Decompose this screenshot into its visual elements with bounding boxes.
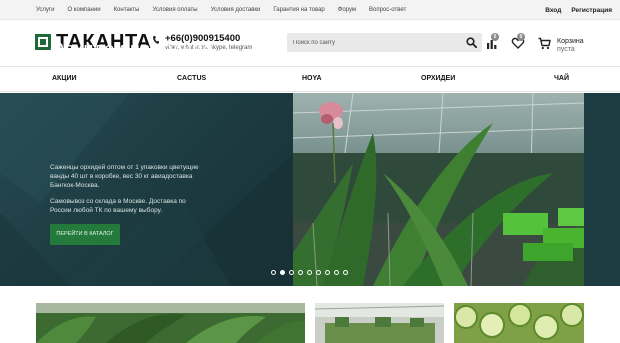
top-link-contacts[interactable]: Контакты: [114, 7, 140, 13]
cart-icon[interactable]: [538, 37, 551, 50]
top-link-warranty[interactable]: Гарантия на товар: [273, 7, 324, 13]
search-icon[interactable]: [466, 37, 477, 48]
cart-summary[interactable]: Корзина пуста: [557, 38, 584, 54]
search-input[interactable]: [293, 37, 453, 48]
search-bar: [287, 33, 482, 52]
nav-item-hoya[interactable]: HOYA: [302, 75, 322, 82]
top-link-forum[interactable]: Форум: [338, 7, 356, 13]
slider-dot[interactable]: [289, 270, 294, 275]
register-link[interactable]: Регистрация: [571, 7, 612, 14]
slider-dot[interactable]: [343, 270, 348, 275]
slider-dot[interactable]: [271, 270, 276, 275]
slider-dot[interactable]: [316, 270, 321, 275]
top-link-payment[interactable]: Условия оплаты: [152, 7, 197, 13]
orchid-greenhouse-photo: [293, 93, 584, 286]
slider-dot[interactable]: [334, 270, 339, 275]
main-nav: АКЦИИ CACTUS HOYA ОРХИДЕИ ЧАЙ: [0, 66, 620, 92]
logo-mark-icon: [35, 34, 51, 50]
go-to-catalog-button[interactable]: ПЕРЕЙТИ В КАТАЛОГ: [50, 224, 120, 245]
slider-dots: [271, 270, 352, 276]
login-link[interactable]: Вход: [545, 7, 561, 14]
cart-status: пуста: [557, 46, 575, 53]
hero-paragraph-2: Самовывоз со склада в Москве. Доставка п…: [50, 198, 186, 214]
nav-item-sales[interactable]: АКЦИИ: [52, 75, 77, 82]
hero-title: Орхидеи цветущие: [50, 39, 214, 59]
top-link-services[interactable]: Услуги: [36, 7, 54, 13]
top-link-faq[interactable]: Вопрос-ответ: [369, 7, 406, 13]
wishlist-count-badge: 0: [517, 33, 525, 41]
hero-right-strip: [584, 93, 620, 286]
cart-label: Корзина: [557, 38, 584, 45]
top-link-delivery[interactable]: Условия доставки: [211, 7, 261, 13]
slider-dot[interactable]: [307, 270, 312, 275]
slider-dot[interactable]: [298, 270, 303, 275]
compare-count-badge: 0: [491, 33, 499, 41]
top-nav: Услуги О компании Контакты Условия оплат…: [36, 0, 419, 20]
slider-dot[interactable]: [325, 270, 330, 275]
nav-item-orchids[interactable]: ОРХИДЕИ: [421, 75, 455, 82]
auth-links: Вход Регистрация: [535, 0, 612, 20]
nav-item-cactus[interactable]: CACTUS: [177, 75, 206, 82]
nav-item-tea[interactable]: ЧАЙ: [554, 75, 569, 82]
slider-dot[interactable]: [280, 270, 285, 275]
top-bar: Услуги О компании Контакты Условия оплат…: [0, 0, 620, 20]
card-image-greenhouse[interactable]: [315, 303, 444, 343]
card-image-limes[interactable]: [454, 303, 584, 343]
hero-paragraph-1: Саженцы орхидей оптом от 1 упаковки цвет…: [50, 164, 199, 189]
card-image-seedlings[interactable]: [36, 303, 305, 343]
top-link-about[interactable]: О компании: [67, 7, 100, 13]
